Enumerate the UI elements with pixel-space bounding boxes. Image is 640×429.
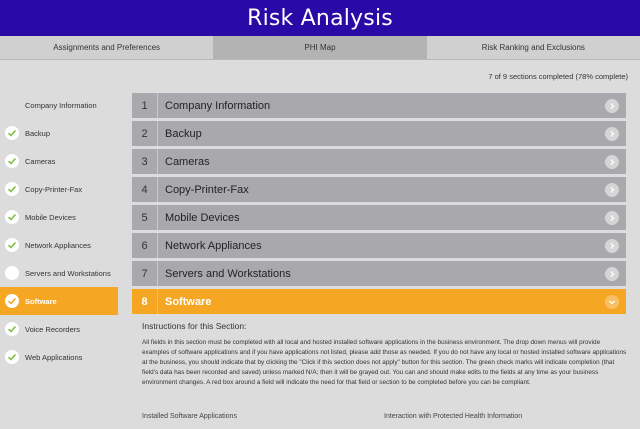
sidebar-item-label: Company Information <box>25 100 97 110</box>
section-number: 1 <box>132 93 158 118</box>
column-header-phi-interaction: Interaction with Protected Health Inform… <box>384 413 523 420</box>
chevron-right-icon <box>605 266 619 281</box>
section-number: 4 <box>132 177 158 202</box>
section-label: Company Information <box>165 99 271 112</box>
section-label: Backup <box>165 127 202 140</box>
section-number: 8 <box>132 289 158 314</box>
section-instructions: Instructions for this Section: All field… <box>142 321 628 388</box>
section-list: 1 Company Information 2 Backup 3 Cameras… <box>132 93 626 317</box>
section-row-mobile-devices[interactable]: 5 Mobile Devices <box>132 205 626 230</box>
check-icon <box>5 294 19 308</box>
column-header-installed-software: Installed Software Applications <box>142 413 237 420</box>
sidebar-item-label: Voice Recorders <box>25 324 81 334</box>
sidebar-item-label: Network Appliances <box>25 240 91 250</box>
section-label: Servers and Workstations <box>165 267 291 280</box>
section-label: Software <box>165 295 212 308</box>
chevron-right-icon <box>605 98 619 113</box>
progress-status: 7 of 9 sections completed (78% complete) <box>488 72 628 81</box>
tab-bar: Assignments and Preferences PHI Map Risk… <box>0 36 640 60</box>
section-label: Cameras <box>165 155 210 168</box>
check-icon <box>5 238 19 252</box>
sidebar-item-label: Mobile Devices <box>25 212 76 222</box>
chevron-right-icon <box>605 210 619 225</box>
sidebar-item-label: Web Applications <box>25 352 83 362</box>
check-icon <box>5 210 19 224</box>
section-label: Mobile Devices <box>165 211 240 224</box>
sidebar-item-backup[interactable]: Backup <box>0 119 118 147</box>
sidebar-item-mobile-devices[interactable]: Mobile Devices <box>0 203 118 231</box>
app-header: Risk Analysis <box>0 0 640 36</box>
sidebar-item-cameras[interactable]: Cameras <box>0 147 118 175</box>
check-icon <box>5 350 19 364</box>
chevron-right-icon <box>605 238 619 253</box>
section-label: Network Appliances <box>165 239 262 252</box>
section-row-copy-printer-fax[interactable]: 4 Copy-Printer-Fax <box>132 177 626 202</box>
sidebar-item-servers-and-workstations[interactable]: Servers and Workstations <box>0 259 118 287</box>
tab-phi-map[interactable]: PHI Map <box>213 36 427 59</box>
check-icon <box>5 322 19 336</box>
section-number: 5 <box>132 205 158 230</box>
section-row-network-appliances[interactable]: 6 Network Appliances <box>132 233 626 258</box>
instructions-body: All fields in this section must be compl… <box>142 339 627 386</box>
sidebar: Company Information Backup Cameras Copy-… <box>0 91 118 371</box>
empty-circle-icon <box>5 266 19 280</box>
sidebar-item-web-applications[interactable]: Web Applications <box>0 343 118 371</box>
section-row-servers-and-workstations[interactable]: 7 Servers and Workstations <box>132 261 626 286</box>
section-row-company-information[interactable]: 1 Company Information <box>132 93 626 118</box>
sidebar-item-label: Backup <box>25 128 51 138</box>
chevron-right-icon <box>605 182 619 197</box>
app-title: Risk Analysis <box>247 5 393 31</box>
sidebar-item-network-appliances[interactable]: Network Appliances <box>0 231 118 259</box>
section-row-software[interactable]: 8 Software <box>132 289 626 314</box>
sidebar-item-label: Servers and Workstations <box>25 268 111 278</box>
sidebar-item-voice-recorders[interactable]: Voice Recorders <box>0 315 118 343</box>
check-icon <box>5 126 19 140</box>
section-number: 6 <box>132 233 158 258</box>
section-number: 3 <box>132 149 158 174</box>
sidebar-item-label: Cameras <box>25 156 56 166</box>
check-icon <box>5 154 19 168</box>
chevron-right-icon <box>605 126 619 141</box>
sidebar-item-copy-printer-fax[interactable]: Copy-Printer-Fax <box>0 175 118 203</box>
section-number: 2 <box>132 121 158 146</box>
sidebar-item-label: Software <box>25 296 57 306</box>
section-row-cameras[interactable]: 3 Cameras <box>132 149 626 174</box>
section-number: 7 <box>132 261 158 286</box>
chevron-right-icon <box>605 154 619 169</box>
check-icon <box>5 182 19 196</box>
tab-risk-ranking-and-exclusions[interactable]: Risk Ranking and Exclusions <box>427 36 640 59</box>
sidebar-item-label: Copy-Printer-Fax <box>25 184 83 194</box>
chevron-down-icon <box>605 294 619 309</box>
tab-assignments-and-preferences[interactable]: Assignments and Preferences <box>0 36 213 59</box>
section-label: Copy-Printer-Fax <box>165 183 249 196</box>
instructions-heading: Instructions for this Section: <box>142 321 247 331</box>
sidebar-item-company-information[interactable]: Company Information <box>0 91 118 119</box>
section-row-backup[interactable]: 2 Backup <box>132 121 626 146</box>
sidebar-item-software[interactable]: Software <box>0 287 118 315</box>
